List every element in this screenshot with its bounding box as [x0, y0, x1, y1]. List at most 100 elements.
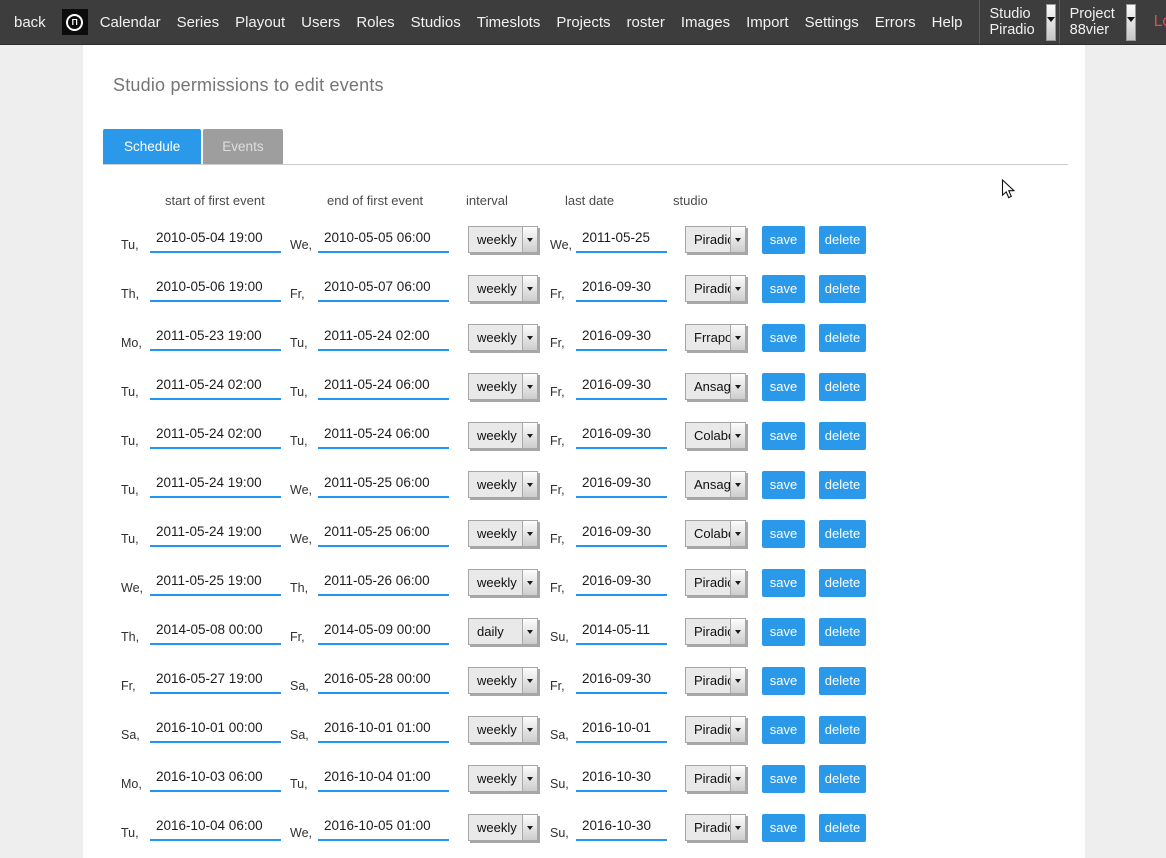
- end-datetime-input[interactable]: [318, 717, 449, 743]
- delete-button[interactable]: delete: [819, 667, 866, 695]
- delete-button[interactable]: delete: [819, 471, 866, 499]
- interval-select[interactable]: weekly: [468, 814, 538, 841]
- start-datetime-input[interactable]: [150, 570, 281, 596]
- delete-button[interactable]: delete: [819, 422, 866, 450]
- interval-select[interactable]: weekly: [468, 324, 538, 351]
- tab-schedule[interactable]: Schedule: [103, 129, 201, 164]
- save-button[interactable]: save: [762, 667, 805, 695]
- end-datetime-input[interactable]: [318, 423, 449, 449]
- nav-menu-item[interactable]: Help: [932, 14, 963, 31]
- nav-menu-item[interactable]: Series: [177, 14, 220, 31]
- interval-select[interactable]: weekly: [468, 422, 538, 449]
- delete-button[interactable]: delete: [819, 226, 866, 254]
- start-datetime-input[interactable]: [150, 325, 281, 351]
- start-datetime-input[interactable]: [150, 668, 281, 694]
- studio-select-dropdown-button[interactable]: [1046, 4, 1056, 41]
- delete-button[interactable]: delete: [819, 324, 866, 352]
- studio-select[interactable]: Piradio: [685, 814, 746, 841]
- interval-select[interactable]: weekly: [468, 569, 538, 596]
- nav-menu-item[interactable]: Timeslots: [477, 14, 541, 31]
- last-date-input[interactable]: [576, 374, 667, 400]
- last-date-input[interactable]: [576, 766, 667, 792]
- studio-select[interactable]: Piradio: [685, 716, 746, 743]
- delete-button[interactable]: delete: [819, 520, 866, 548]
- studio-select[interactable]: Colabo: [685, 520, 746, 547]
- save-button[interactable]: save: [762, 765, 805, 793]
- interval-select[interactable]: weekly: [468, 765, 538, 792]
- nav-menu-item[interactable]: Roles: [356, 14, 394, 31]
- save-button[interactable]: save: [762, 275, 805, 303]
- last-date-input[interactable]: [576, 227, 667, 253]
- delete-button[interactable]: delete: [819, 275, 866, 303]
- save-button[interactable]: save: [762, 716, 805, 744]
- save-button[interactable]: save: [762, 373, 805, 401]
- start-datetime-input[interactable]: [150, 472, 281, 498]
- start-datetime-input[interactable]: [150, 423, 281, 449]
- last-date-input[interactable]: [576, 619, 667, 645]
- delete-button[interactable]: delete: [819, 814, 866, 842]
- studio-select[interactable]: Piradio: [685, 275, 746, 302]
- last-date-input[interactable]: [576, 521, 667, 547]
- last-date-input[interactable]: [576, 668, 667, 694]
- delete-button[interactable]: delete: [819, 765, 866, 793]
- start-datetime-input[interactable]: [150, 374, 281, 400]
- studio-select[interactable]: Piradio: [685, 569, 746, 596]
- save-button[interactable]: save: [762, 569, 805, 597]
- last-date-input[interactable]: [576, 423, 667, 449]
- logout-link[interactable]: Logout: [1154, 13, 1166, 31]
- studio-select[interactable]: Colabo: [685, 422, 746, 449]
- nav-menu-item[interactable]: roster: [627, 14, 665, 31]
- interval-select[interactable]: weekly: [468, 471, 538, 498]
- start-datetime-input[interactable]: [150, 815, 281, 841]
- start-datetime-input[interactable]: [150, 717, 281, 743]
- start-datetime-input[interactable]: [150, 276, 281, 302]
- nav-menu-item[interactable]: Studios: [411, 14, 461, 31]
- save-button[interactable]: save: [762, 226, 805, 254]
- end-datetime-input[interactable]: [318, 766, 449, 792]
- delete-button[interactable]: delete: [819, 716, 866, 744]
- last-date-input[interactable]: [576, 717, 667, 743]
- interval-select[interactable]: weekly: [468, 275, 538, 302]
- studio-select[interactable]: Ansage: [685, 471, 746, 498]
- start-datetime-input[interactable]: [150, 521, 281, 547]
- studio-select[interactable]: Piradio: [685, 765, 746, 792]
- studio-select[interactable]: Piradio: [685, 618, 746, 645]
- nav-menu-item[interactable]: Calendar: [100, 14, 161, 31]
- interval-select[interactable]: weekly: [468, 716, 538, 743]
- save-button[interactable]: save: [762, 324, 805, 352]
- delete-button[interactable]: delete: [819, 373, 866, 401]
- save-button[interactable]: save: [762, 814, 805, 842]
- interval-select[interactable]: weekly: [468, 226, 538, 253]
- end-datetime-input[interactable]: [318, 227, 449, 253]
- last-date-input[interactable]: [576, 325, 667, 351]
- nav-menu-item[interactable]: Users: [301, 14, 340, 31]
- nav-menu-item[interactable]: Settings: [805, 14, 859, 31]
- last-date-input[interactable]: [576, 276, 667, 302]
- nav-menu-item[interactable]: Errors: [875, 14, 916, 31]
- end-datetime-input[interactable]: [318, 619, 449, 645]
- start-datetime-input[interactable]: [150, 766, 281, 792]
- end-datetime-input[interactable]: [318, 570, 449, 596]
- studio-select[interactable]: Ansage: [685, 373, 746, 400]
- end-datetime-input[interactable]: [318, 668, 449, 694]
- save-button[interactable]: save: [762, 618, 805, 646]
- nav-menu-item[interactable]: Import: [746, 14, 789, 31]
- delete-button[interactable]: delete: [819, 618, 866, 646]
- last-date-input[interactable]: [576, 815, 667, 841]
- save-button[interactable]: save: [762, 471, 805, 499]
- end-datetime-input[interactable]: [318, 325, 449, 351]
- last-date-input[interactable]: [576, 570, 667, 596]
- last-date-input[interactable]: [576, 472, 667, 498]
- interval-select[interactable]: daily: [468, 618, 538, 645]
- save-button[interactable]: save: [762, 422, 805, 450]
- nav-menu-item[interactable]: Projects: [556, 14, 610, 31]
- studio-select[interactable]: Frrapo: [685, 324, 746, 351]
- end-datetime-input[interactable]: [318, 276, 449, 302]
- studio-select[interactable]: Piradio: [685, 667, 746, 694]
- project-select[interactable]: Project 88vier: [1059, 0, 1139, 44]
- project-select-dropdown-button[interactable]: [1126, 4, 1136, 41]
- save-button[interactable]: save: [762, 520, 805, 548]
- interval-select[interactable]: weekly: [468, 520, 538, 547]
- nav-menu-item[interactable]: Playout: [235, 14, 285, 31]
- tab-events[interactable]: Events: [203, 129, 282, 164]
